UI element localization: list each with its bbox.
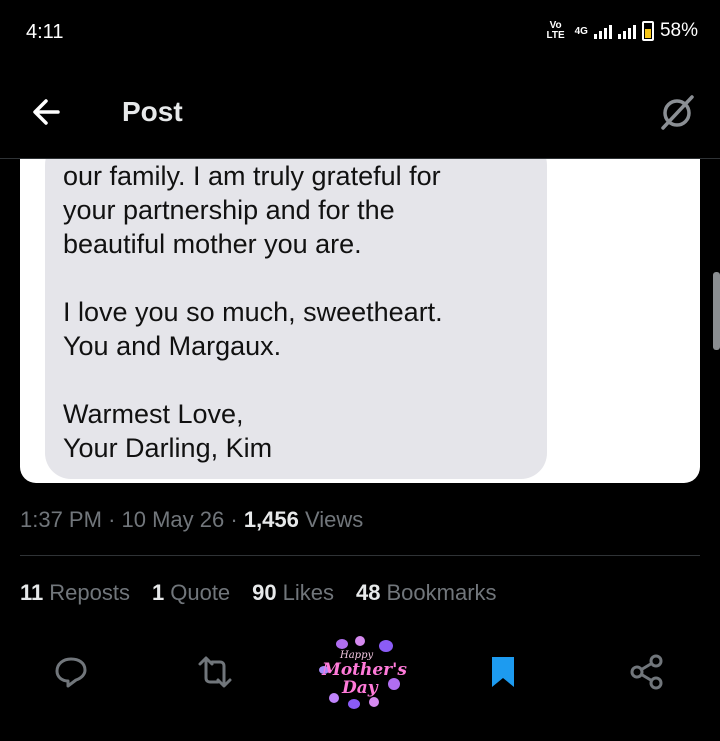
network-type: 4G (574, 25, 588, 37)
battery-level: 58% (659, 20, 698, 41)
reply-button[interactable] (53, 654, 89, 690)
sticker-text-mothers: Mother's (322, 660, 407, 680)
post-image[interactable]: our family. I am truly grateful for your… (20, 159, 700, 483)
reposts-count: 11 (20, 580, 44, 605)
bookmarks-stat[interactable]: 48 Bookmarks (356, 580, 497, 606)
reposts-stat[interactable]: 11 Reposts (20, 580, 130, 606)
like-button[interactable]: Happy Mother's Day (312, 632, 407, 712)
status-time: 4:11 (26, 21, 64, 43)
quotes-label: Quote (170, 580, 231, 605)
likes-label: Likes (282, 580, 335, 605)
likes-stat[interactable]: 90 Likes (252, 580, 334, 606)
engagement-stats: 11 Reposts 1 Quote 90 Likes 48 Bookmarks (20, 580, 497, 606)
top-app-bar: Post (0, 66, 720, 159)
message-text: our family. I am truly grateful for your… (63, 161, 443, 463)
action-bar: Happy Mother's Day (0, 628, 720, 718)
divider (20, 555, 700, 556)
repost-button[interactable] (197, 654, 233, 690)
post-time: 1:37 PM (20, 507, 102, 532)
status-bar: 4:11 Vo LTE 4G 58% (0, 0, 720, 66)
bookmarks-count: 48 (356, 580, 381, 605)
share-icon (630, 654, 663, 690)
likes-count: 90 (252, 580, 277, 605)
signal-icon (593, 23, 612, 39)
status-indicators: Vo LTE 4G 58% (543, 20, 698, 42)
arrow-left-icon (33, 99, 60, 125)
views-link[interactable]: 1,456 Views (244, 507, 363, 532)
meta-separator: · (108, 507, 116, 532)
back-button[interactable] (28, 94, 68, 130)
post-date: 10 May 26 (121, 507, 225, 532)
scrollbar[interactable] (713, 272, 720, 350)
reply-icon (55, 657, 87, 688)
grok-icon (661, 95, 694, 130)
sticker-text-day: Day (342, 678, 378, 698)
share-button[interactable] (629, 654, 665, 690)
repost-icon (198, 656, 232, 688)
grok-button[interactable] (658, 92, 698, 132)
views-label: Views (305, 507, 364, 532)
bookmarks-label: Bookmarks (386, 580, 497, 605)
page-title: Post (122, 96, 183, 127)
post-metadata: 1:37 PM · 10 May 26 · 1,456 Views (20, 507, 363, 533)
volte-icon: Vo LTE (546, 20, 565, 41)
battery-icon (641, 21, 654, 41)
bookmark-button[interactable] (485, 654, 521, 690)
bookmark-icon (492, 657, 514, 687)
meta-separator: · (230, 507, 238, 532)
quotes-count: 1 (151, 580, 165, 605)
signal-icon (617, 23, 636, 39)
quotes-stat[interactable]: 1 Quote (152, 580, 230, 606)
views-count: 1,456 (243, 507, 299, 532)
reposts-label: Reposts (49, 580, 130, 605)
